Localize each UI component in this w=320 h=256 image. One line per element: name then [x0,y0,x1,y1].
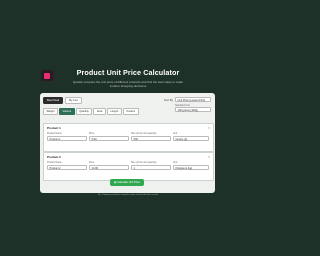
size-field: Size (of the unit quantity) 1 [131,162,171,170]
standard-unit-select[interactable]: 100 grams (100g) [175,107,211,112]
unit-select[interactable]: Grams (g) [173,136,209,141]
sort-control: Sort By Unit Price (Lowest First) [164,97,211,102]
price-field: Price 10.99 [89,162,129,170]
size-input[interactable]: 500 [131,136,171,141]
tab-length[interactable]: Length [106,108,122,115]
footer-tip: Tip: Compare products using the same uni… [97,194,159,196]
sort-select[interactable]: Unit Price (Lowest First) [175,97,211,102]
product-title: Product 1 [47,126,61,130]
unit-type-tabs: Weight Volume Quantity Area Length Custo… [43,108,139,115]
product-name-input[interactable]: Product 1 [47,136,87,141]
size-field: Size (of the unit quantity) 500 [131,133,171,141]
price-input[interactable]: 10.99 [89,165,129,170]
unit-select[interactable]: Kilograms (kg) [173,165,209,170]
page-title: Product Unit Price Calculator [76,68,180,77]
mode-toggle: Best Deal By List [43,97,82,104]
price-input[interactable]: 5.99 [89,136,129,141]
product-name-input[interactable]: Product 2 [47,165,87,170]
tab-quantity[interactable]: Quantity [75,108,93,115]
mode-by-list-button[interactable]: By List [65,97,82,104]
product-name-field: Product Name Product 1 [47,133,87,141]
calculate-label: Calculate Unit Price [117,181,140,184]
product-name-field: Product Name Product 2 [47,162,87,170]
tab-weight[interactable]: Weight [43,108,59,115]
tab-volume[interactable]: Volume [59,108,75,115]
standard-unit-control: Standard Unit 100 grams (100g) [175,104,211,112]
calculator-card: Best Deal By List Sort By Unit Price (Lo… [40,93,215,193]
product-card: Product 1 × Product Name Product 1 Price… [43,123,214,152]
unit-field: Unit Kilograms (kg) [173,162,209,170]
size-input[interactable]: 1 [131,165,171,170]
tab-area[interactable]: Area [93,108,106,115]
product-card: Product 2 × Product Name Product 2 Price… [43,152,214,181]
tab-custom[interactable]: Custom [122,108,139,115]
mode-best-deal-button[interactable]: Best Deal [43,97,64,104]
remove-product-icon[interactable]: × [208,155,210,159]
price-field: Price 5.99 [89,133,129,141]
remove-product-icon[interactable]: × [208,126,210,130]
calculate-button[interactable]: ▦ Calculate Unit Price [110,179,144,186]
page-subtitle: Quickly compare the unit price of differ… [72,80,184,88]
product-title: Product 2 [47,155,61,159]
sort-label: Sort By [163,97,173,102]
unit-field: Unit Grams (g) [173,133,209,141]
